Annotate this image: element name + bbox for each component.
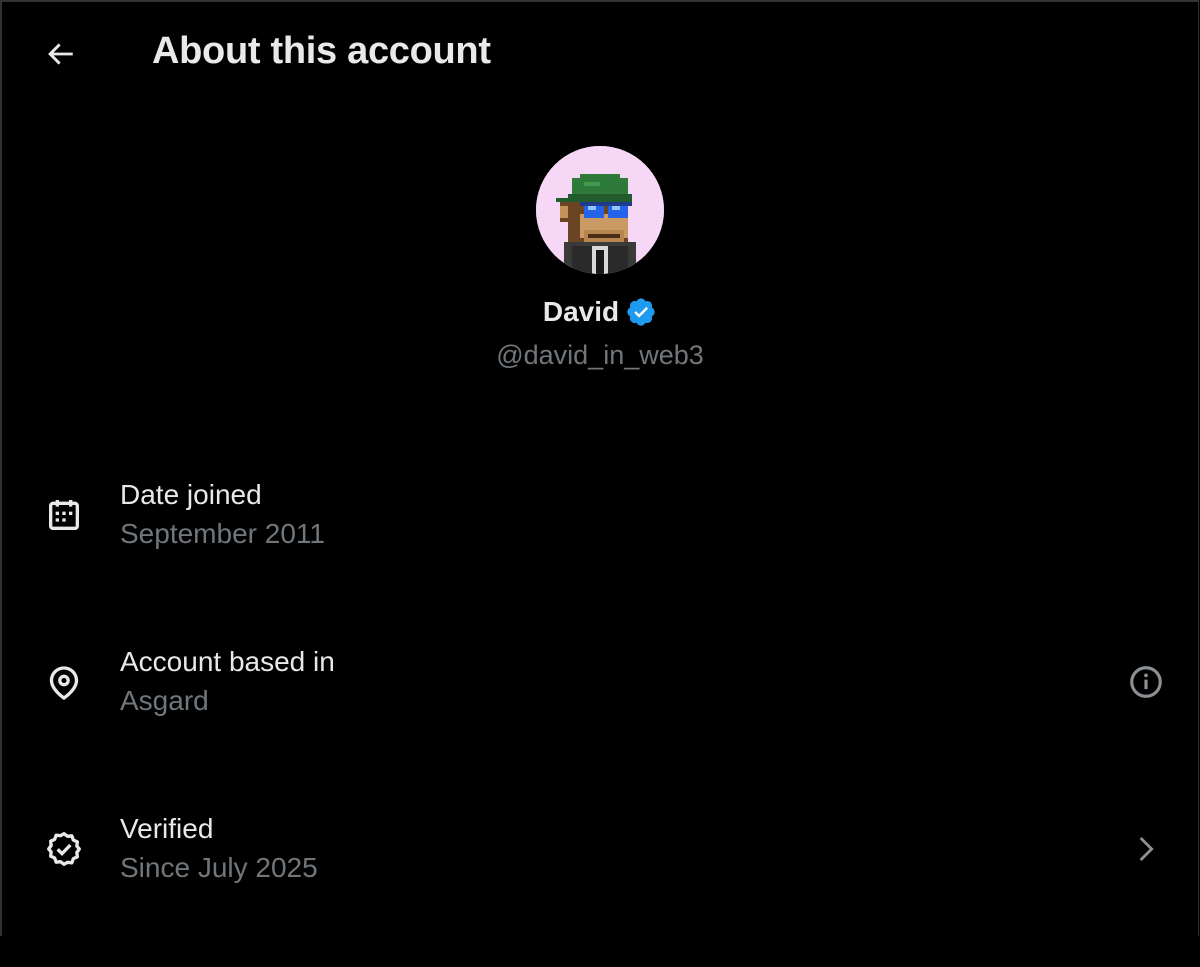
row-label: Account based in: [120, 646, 335, 677]
display-name: David: [542, 296, 620, 327]
profile-summary: David @david_in_web3: [0, 146, 1200, 371]
back-button[interactable]: [38, 34, 82, 74]
row-label: Date joined: [120, 479, 262, 510]
row-value: Since July 2025: [120, 852, 318, 883]
row-verified[interactable]: Verified Since July 2025: [0, 801, 1200, 967]
verified-check-icon: [40, 825, 88, 873]
chevron-right-icon: [1126, 829, 1166, 869]
row-text: Verified Since July 2025: [120, 811, 318, 889]
location-pin-icon: [40, 659, 88, 707]
pixel-ape-avatar-image: [536, 146, 664, 274]
row-text: Account based in Asgard: [120, 644, 335, 722]
handle: @david_in_web3: [496, 340, 704, 370]
header: About this account: [0, 0, 1200, 108]
row-date-joined: Date joined September 2011: [0, 467, 1200, 633]
row-value: September 2011: [120, 518, 325, 549]
row-label: Verified: [120, 813, 214, 844]
row-text: Date joined September 2011: [120, 477, 325, 555]
row-value: Asgard: [120, 685, 209, 716]
calendar-icon: [40, 491, 88, 539]
verified-badge-icon: [627, 298, 655, 326]
info-icon[interactable]: [1126, 662, 1166, 702]
avatar[interactable]: [536, 146, 664, 274]
page-title: About this account: [152, 30, 491, 72]
name-row: David: [0, 294, 1200, 330]
arrow-left-icon: [48, 43, 73, 65]
row-account-based-in: Account based in Asgard: [0, 634, 1200, 800]
